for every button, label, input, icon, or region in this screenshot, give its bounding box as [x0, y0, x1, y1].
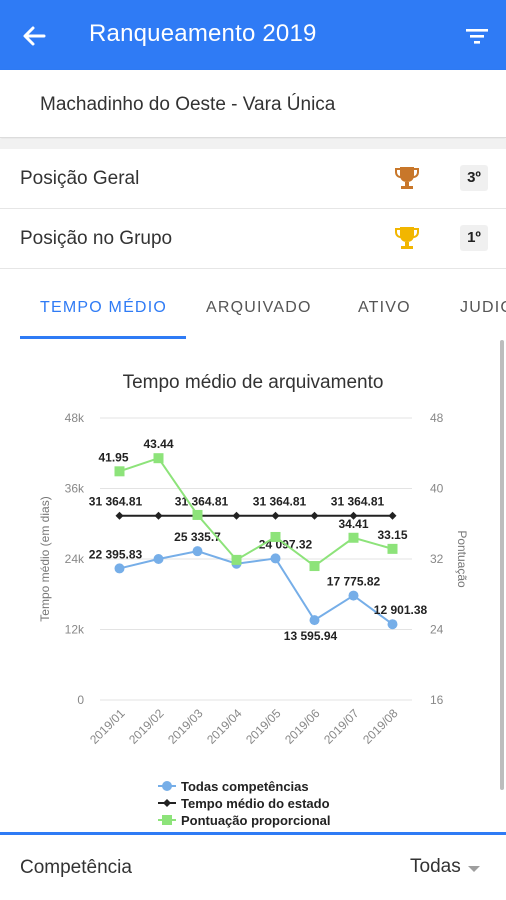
app-bar: Ranqueamento 2019 [0, 0, 506, 70]
data-label: 31 364.81 [331, 495, 385, 509]
tab-arquivado[interactable]: ARQUIVADO [206, 299, 312, 317]
page-title: Ranqueamento 2019 [89, 20, 317, 47]
data-point [153, 453, 164, 464]
y2-tick-label: 48 [430, 411, 444, 425]
x-tick-label: 2019/03 [165, 706, 206, 747]
data-point [115, 511, 124, 520]
y2-tick-label: 24 [430, 623, 444, 637]
data-point [114, 466, 125, 477]
group-rank-badge: 1º [460, 225, 488, 251]
data-point [271, 511, 280, 520]
legend-label: Todas competências [181, 779, 309, 794]
court-header: Machadinho do Oeste - Vara Única [0, 70, 506, 138]
legend-marker [162, 815, 172, 825]
data-label: 41.95 [98, 450, 128, 464]
y-tick-label: 24k [65, 552, 85, 566]
x-tick-label: 2019/04 [204, 706, 245, 747]
data-label: 17 775.82 [327, 575, 381, 589]
data-point [192, 509, 203, 520]
competencia-value[interactable]: Todas [410, 856, 461, 878]
legend-marker [162, 781, 172, 791]
data-label: 12 901.38 [374, 603, 428, 617]
overall-position-row: Posição Geral 3º [0, 149, 506, 209]
legend-label: Pontuação proporcional [181, 813, 331, 828]
data-point [387, 619, 398, 630]
tab-judic[interactable]: JUDIC [460, 299, 506, 317]
scrollbar[interactable] [500, 340, 504, 790]
x-tick-label: 2019/01 [87, 706, 128, 747]
group-position-row: Posição no Grupo 1º [0, 209, 506, 269]
group-position-label: Posição no Grupo [20, 228, 173, 249]
court-name: Machadinho do Oeste - Vara Única [40, 94, 336, 115]
chart-container: Tempo médio de arquivamento 0 12k 24k 36k 48k… [0, 340, 506, 832]
data-point [348, 532, 359, 543]
data-label: 33.15 [377, 528, 407, 542]
data-label: 25 335.7 [174, 530, 221, 544]
line-chart: Tempo médio de arquivamento 0 12k 24k 36k 48k… [38, 372, 469, 828]
competencia-selector[interactable]: Competência Todas [0, 832, 506, 900]
data-label: 13 595.94 [284, 629, 338, 643]
data-point [270, 553, 281, 564]
x-tick-label: 2019/05 [243, 706, 284, 747]
y-axis-title: Tempo médio (em dias) [38, 496, 52, 621]
data-label: 22 395.83 [89, 547, 143, 561]
filter-icon[interactable] [463, 24, 491, 48]
y-tick-label: 0 [77, 693, 84, 707]
data-label: 34.41 [338, 517, 368, 531]
overall-rank-badge: 3º [460, 165, 488, 191]
data-label: 31 364.81 [89, 495, 143, 509]
y-tick-label: 36k [65, 482, 85, 496]
data-point [114, 563, 125, 574]
competencia-label: Competência [20, 857, 132, 878]
active-tab-indicator [20, 336, 186, 339]
tab-ativo[interactable]: ATIVO [358, 299, 411, 317]
trophy-icon [395, 227, 419, 249]
y-tick-label: 12k [65, 623, 85, 637]
legend-marker [163, 799, 171, 807]
section-divider [0, 139, 506, 149]
chart-title: Tempo médio de arquivamento [123, 372, 384, 393]
data-label: 43.44 [143, 437, 173, 451]
data-point [232, 511, 241, 520]
data-point [231, 554, 242, 565]
legend-label: Tempo médio do estado [181, 796, 330, 811]
back-arrow-icon[interactable] [18, 20, 50, 52]
x-tick-label: 2019/08 [360, 706, 401, 747]
data-point [192, 546, 203, 557]
overall-position-label: Posição Geral [20, 168, 140, 189]
data-point [387, 543, 398, 554]
x-tick-label: 2019/07 [321, 706, 362, 747]
y2-axis-title: Pontuação [455, 530, 469, 588]
data-label: 31 364.81 [253, 495, 307, 509]
y2-tick-label: 40 [430, 482, 444, 496]
data-point [388, 511, 397, 520]
trophy-icon [395, 167, 419, 189]
dropdown-caret-icon[interactable] [468, 866, 480, 872]
data-point [154, 511, 163, 520]
x-tick-label: 2019/02 [126, 706, 167, 747]
tab-tempo-medio[interactable]: TEMPO MÉDIO [40, 299, 167, 317]
data-point [153, 554, 164, 564]
data-point [309, 561, 320, 572]
data-point [309, 615, 320, 626]
series-line-2 [119, 456, 393, 568]
x-tick-label: 2019/06 [282, 706, 323, 747]
data-point [348, 590, 359, 601]
tab-bar: TEMPO MÉDIO ARQUIVADO ATIVO JUDIC [0, 270, 506, 340]
data-point [270, 531, 281, 542]
y-tick-label: 48k [65, 411, 85, 425]
y2-tick-label: 32 [430, 552, 444, 566]
data-label: 31 364.81 [175, 495, 229, 509]
y2-tick-label: 16 [430, 693, 444, 707]
data-point [310, 511, 319, 520]
